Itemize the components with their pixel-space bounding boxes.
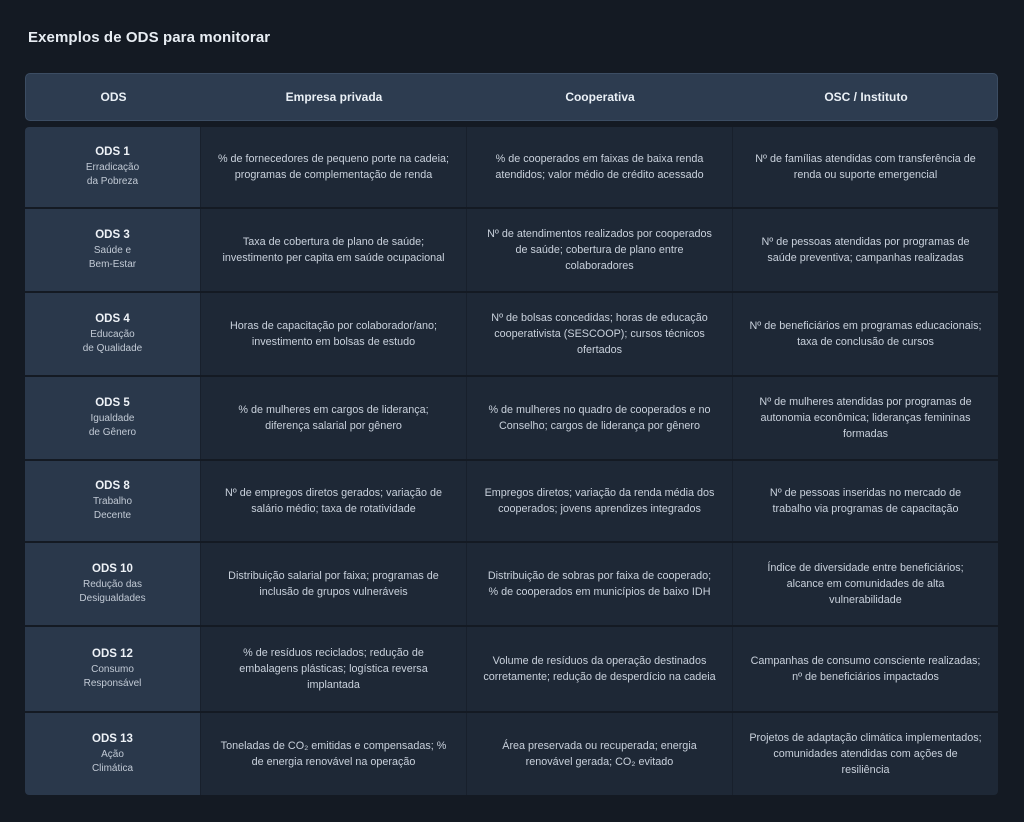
- empresa-cell: Distribuição salarial por faixa; program…: [200, 543, 466, 625]
- page: Exemplos de ODS para monitorar ODS Empre…: [0, 0, 1024, 822]
- table-body: ODS 1 Erradicação da Pobreza % de fornec…: [25, 127, 998, 795]
- header-ods: ODS: [100, 90, 127, 104]
- osc-cell: Nº de pessoas inseridas no mercado de tr…: [732, 461, 998, 541]
- osc-cell: Nº de beneficiários em programas educaci…: [732, 293, 998, 375]
- table-row: ODS 8 Trabalho Decente Nº de empregos di…: [25, 461, 998, 543]
- cooperativa-cell: % de cooperados em faixas de baixa renda…: [466, 127, 732, 207]
- header-osc-instituto: OSC / Instituto: [824, 90, 908, 104]
- ods-code: ODS 8: [95, 479, 130, 492]
- ods-name: Consumo Responsável: [83, 663, 142, 689]
- empresa-cell: % de resíduos reciclados; redução de emb…: [200, 627, 466, 711]
- osc-cell: Índice de diversidade entre beneficiário…: [732, 543, 998, 625]
- ods-cell: ODS 3 Saúde e Bem-Estar: [25, 209, 200, 291]
- header-empresa-privada: Empresa privada: [285, 90, 383, 104]
- table-row: ODS 3 Saúde e Bem-Estar Taxa de cobertur…: [25, 209, 998, 293]
- ods-cell: ODS 1 Erradicação da Pobreza: [25, 127, 200, 207]
- ods-code: ODS 5: [95, 396, 130, 409]
- ods-table: ODS Empresa privada Cooperativa OSC / In…: [25, 73, 998, 795]
- empresa-cell: Nº de empregos diretos gerados; variação…: [200, 461, 466, 541]
- ods-code: ODS 4: [95, 312, 130, 325]
- cooperativa-cell: Distribuição de sobras por faixa de coop…: [466, 543, 732, 625]
- ods-code: ODS 3: [95, 228, 130, 241]
- cooperativa-cell: Empregos diretos; variação da renda médi…: [466, 461, 732, 541]
- ods-cell: ODS 5 Igualdade de Gênero: [25, 377, 200, 459]
- table-row: ODS 5 Igualdade de Gênero % de mulheres …: [25, 377, 998, 461]
- table-row: ODS 12 Consumo Responsável % de resíduos…: [25, 627, 998, 713]
- ods-name: Saúde e Bem-Estar: [88, 244, 137, 270]
- table-row: ODS 10 Redução das Desigualdades Distrib…: [25, 543, 998, 627]
- cooperativa-cell: Volume de resíduos da operação destinado…: [466, 627, 732, 711]
- ods-code: ODS 12: [92, 647, 133, 660]
- cooperativa-cell: % de mulheres no quadro de cooperados e …: [466, 377, 732, 459]
- cooperativa-cell: Nº de bolsas concedidas; horas de educaç…: [466, 293, 732, 375]
- header-cooperativa: Cooperativa: [565, 90, 635, 104]
- page-title: Exemplos de ODS para monitorar: [28, 29, 271, 46]
- table-row: ODS 1 Erradicação da Pobreza % de fornec…: [25, 127, 998, 209]
- ods-cell: ODS 4 Educação de Qualidade: [25, 293, 200, 375]
- ods-cell: ODS 8 Trabalho Decente: [25, 461, 200, 541]
- empresa-cell: % de fornecedores de pequeno porte na ca…: [200, 127, 466, 207]
- ods-name: Redução das Desigualdades: [79, 578, 146, 604]
- table-header: ODS Empresa privada Cooperativa OSC / In…: [25, 73, 998, 121]
- table-row: ODS 4 Educação de Qualidade Horas de cap…: [25, 293, 998, 377]
- ods-name: Ação Climática: [91, 748, 134, 774]
- cooperativa-cell: Nº de atendimentos realizados por cooper…: [466, 209, 732, 291]
- osc-cell: Nº de pessoas atendidas por programas de…: [732, 209, 998, 291]
- empresa-cell: Toneladas de CO₂ emitidas e compensadas;…: [200, 713, 466, 795]
- ods-code: ODS 10: [92, 562, 133, 575]
- ods-name: Trabalho Decente: [92, 495, 133, 521]
- empresa-cell: % de mulheres em cargos de liderança; di…: [200, 377, 466, 459]
- ods-cell: ODS 10 Redução das Desigualdades: [25, 543, 200, 625]
- empresa-cell: Horas de capacitação por colaborador/ano…: [200, 293, 466, 375]
- empresa-cell: Taxa de cobertura de plano de saúde; inv…: [200, 209, 466, 291]
- ods-cell: ODS 13 Ação Climática: [25, 713, 200, 795]
- table-row: ODS 13 Ação Climática Toneladas de CO₂ e…: [25, 713, 998, 795]
- ods-name: Erradicação da Pobreza: [85, 161, 140, 187]
- cooperativa-cell: Área preservada ou recuperada; energia r…: [466, 713, 732, 795]
- ods-code: ODS 1: [95, 145, 130, 158]
- ods-name: Educação de Qualidade: [82, 328, 143, 354]
- osc-cell: Nº de mulheres atendidas por programas d…: [732, 377, 998, 459]
- osc-cell: Nº de famílias atendidas com transferênc…: [732, 127, 998, 207]
- osc-cell: Projetos de adaptação climática implemen…: [732, 713, 998, 795]
- osc-cell: Campanhas de consumo consciente realizad…: [732, 627, 998, 711]
- ods-name: Igualdade de Gênero: [88, 412, 137, 438]
- ods-cell: ODS 12 Consumo Responsável: [25, 627, 200, 711]
- ods-code: ODS 13: [92, 732, 133, 745]
